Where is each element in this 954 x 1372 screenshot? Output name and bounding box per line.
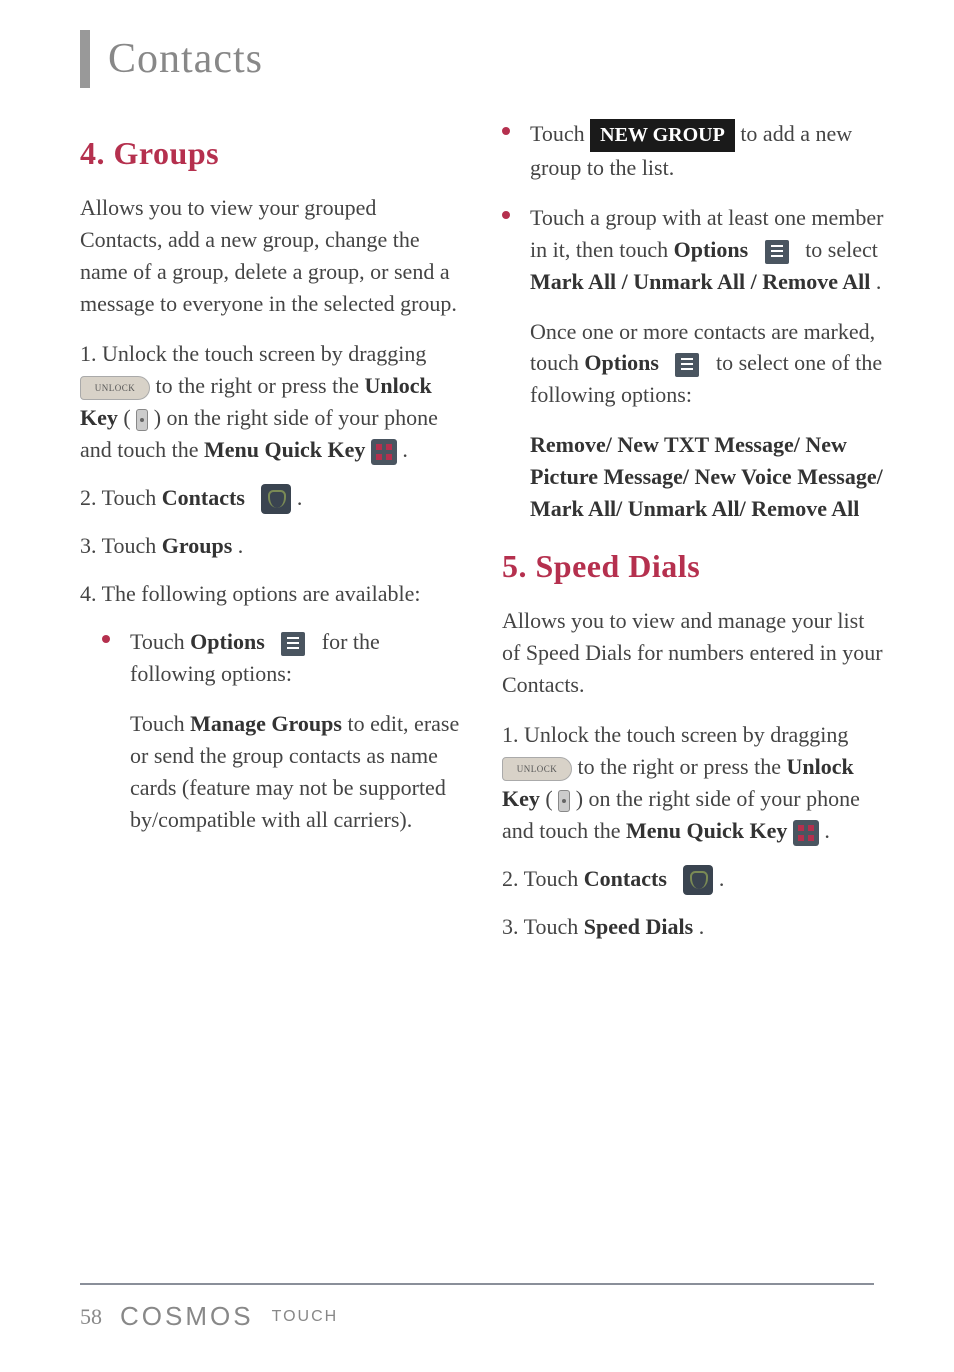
unlock-slider-icon: UNLOCK bbox=[80, 376, 150, 400]
groups-step-3: 3. Touch Groups . bbox=[80, 530, 462, 562]
bullet-options: Touch Options for the following options: bbox=[80, 626, 462, 690]
text: to the right or press the bbox=[156, 373, 365, 398]
bullet-dot-icon bbox=[502, 127, 510, 135]
page-number: 58 bbox=[80, 1304, 102, 1330]
text: . bbox=[719, 866, 725, 891]
text: 1. Unlock the touch screen by dragging bbox=[80, 341, 426, 366]
text: 2. Touch bbox=[502, 866, 584, 891]
groups-step-4: 4. The following options are available: bbox=[80, 578, 462, 610]
menu-quick-key-icon bbox=[371, 439, 397, 465]
brand-name: COSMOS bbox=[120, 1301, 254, 1332]
text: . bbox=[876, 269, 882, 294]
text: Touch bbox=[530, 121, 590, 146]
options-label: Options bbox=[190, 629, 265, 654]
manage-groups-block: Touch Manage Groups to edit, erase or se… bbox=[80, 708, 462, 836]
contacts-icon bbox=[683, 865, 713, 895]
text: . bbox=[402, 437, 408, 462]
text: Touch bbox=[130, 711, 190, 736]
mark-all-label: Mark All / Unmark All / Remove All bbox=[530, 269, 870, 294]
text: ( bbox=[545, 786, 558, 811]
text: 2. Touch bbox=[80, 485, 162, 510]
text: . bbox=[699, 914, 705, 939]
speed-step-3: 3. Touch Speed Dials . bbox=[502, 911, 884, 943]
text: ( bbox=[123, 405, 136, 430]
speed-dials-intro: Allows you to view and manage your list … bbox=[502, 605, 884, 701]
groups-heading: 4. Groups bbox=[80, 130, 462, 176]
right-column: Touch NEW GROUP to add a new group to th… bbox=[502, 118, 884, 959]
contacts-label: Contacts bbox=[584, 866, 667, 891]
unlock-key-icon bbox=[558, 790, 570, 812]
contacts-label: Contacts bbox=[162, 485, 245, 510]
text: 3. Touch bbox=[80, 533, 162, 558]
text: to select bbox=[805, 237, 878, 262]
options-label: Options bbox=[584, 350, 659, 375]
unlock-key-icon bbox=[136, 409, 148, 431]
bullet-dot-icon bbox=[502, 211, 510, 219]
text: 1. Unlock the touch screen by dragging bbox=[502, 722, 848, 747]
unlock-slider-icon: UNLOCK bbox=[502, 757, 572, 781]
speed-dials-label: Speed Dials bbox=[584, 914, 693, 939]
footer-rule bbox=[80, 1283, 874, 1285]
options-icon bbox=[765, 240, 789, 264]
menu-quick-key-icon bbox=[793, 820, 819, 846]
speed-step-1: 1. Unlock the touch screen by dragging U… bbox=[502, 719, 884, 847]
marked-contacts-block: Once one or more contacts are marked, to… bbox=[502, 316, 884, 412]
menu-quick-key-label: Menu Quick Key bbox=[204, 437, 365, 462]
header-accent-bar bbox=[80, 30, 90, 88]
text: Touch bbox=[130, 629, 190, 654]
text: . bbox=[238, 533, 244, 558]
speed-dials-heading: 5. Speed Dials bbox=[502, 543, 884, 589]
text: . bbox=[297, 485, 303, 510]
bullet-group-members: Touch a group with at least one member i… bbox=[502, 202, 884, 298]
page-footer: 58 COSMOS TOUCH bbox=[80, 1283, 874, 1332]
page: Contacts 4. Groups Allows you to view yo… bbox=[0, 0, 954, 1372]
groups-label: Groups bbox=[162, 533, 233, 558]
brand-sub: TOUCH bbox=[272, 1308, 339, 1326]
groups-intro: Allows you to view your grouped Contacts… bbox=[80, 192, 462, 320]
options-list: Remove/ New TXT Message/ New Picture Mes… bbox=[502, 429, 884, 525]
content-columns: 4. Groups Allows you to view your groupe… bbox=[80, 118, 884, 959]
contacts-icon bbox=[261, 484, 291, 514]
options-icon bbox=[675, 353, 699, 377]
bullet-dot-icon bbox=[102, 635, 110, 643]
groups-step-1: 1. Unlock the touch screen by dragging U… bbox=[80, 338, 462, 466]
menu-quick-key-label: Menu Quick Key bbox=[626, 818, 787, 843]
page-header: Contacts bbox=[80, 30, 884, 88]
groups-step-2: 2. Touch Contacts . bbox=[80, 482, 462, 515]
text: 3. Touch bbox=[502, 914, 584, 939]
options-icon bbox=[281, 632, 305, 656]
bullet-new-group: Touch NEW GROUP to add a new group to th… bbox=[502, 118, 884, 184]
text: . bbox=[824, 818, 830, 843]
speed-step-2: 2. Touch Contacts . bbox=[502, 863, 884, 896]
options-label: Options bbox=[674, 237, 749, 262]
text: to the right or press the bbox=[578, 754, 787, 779]
new-group-button: NEW GROUP bbox=[590, 119, 735, 152]
left-column: 4. Groups Allows you to view your groupe… bbox=[80, 118, 462, 959]
header-title: Contacts bbox=[108, 30, 263, 88]
footer-line: 58 COSMOS TOUCH bbox=[80, 1301, 874, 1332]
manage-groups-label: Manage Groups bbox=[190, 711, 342, 736]
